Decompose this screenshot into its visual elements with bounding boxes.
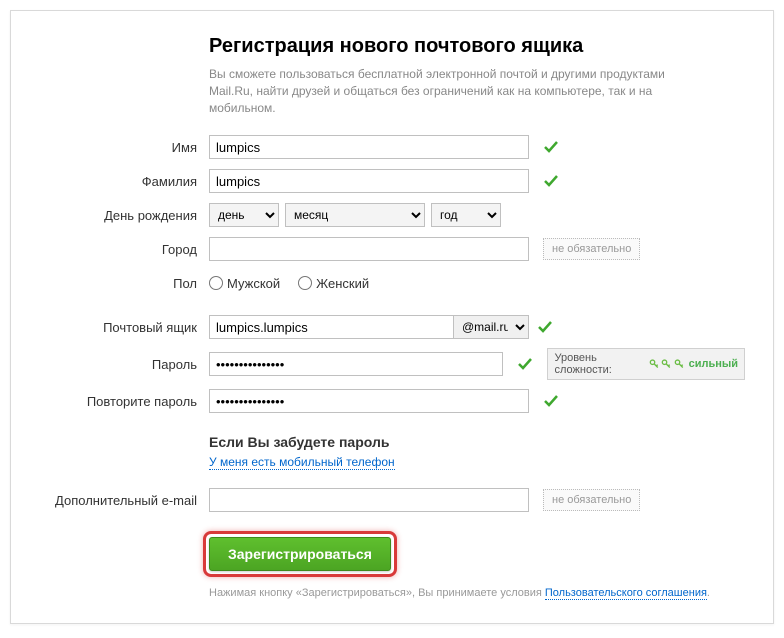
lastname-input[interactable] [209, 169, 529, 193]
year-select[interactable]: год [431, 203, 501, 227]
firstname-input[interactable] [209, 135, 529, 159]
firstname-label: Имя [39, 140, 209, 155]
register-button[interactable]: Зарегистрироваться [209, 537, 391, 571]
checkmark-icon [537, 319, 553, 335]
city-input[interactable] [209, 237, 529, 261]
gender-female-option[interactable]: Женский [298, 276, 369, 291]
password-strength-meter: Уровень сложности: сильный [547, 348, 745, 380]
checkmark-icon [543, 173, 559, 189]
domain-select[interactable]: @mail.ru [454, 315, 529, 339]
lastname-label: Фамилия [39, 174, 209, 189]
checkmark-icon [543, 393, 559, 409]
checkmark-icon [543, 139, 559, 155]
alt-email-input[interactable] [209, 488, 529, 512]
key-icon [674, 358, 685, 370]
strength-label: Уровень сложности: [554, 352, 644, 376]
registration-card: Регистрация нового почтового ящика Вы см… [10, 10, 774, 624]
forgot-title: Если Вы забудете пароль [209, 434, 745, 450]
gender-male-option[interactable]: Мужской [209, 276, 280, 291]
terms-link[interactable]: Пользовательского соглашения [545, 587, 707, 600]
mailbox-input[interactable] [209, 315, 454, 339]
gender-male-radio[interactable] [209, 276, 223, 290]
optional-hint: не обязательно [543, 238, 640, 260]
gender-label: Пол [39, 276, 209, 291]
checkmark-icon [517, 356, 533, 372]
footer-suffix: . [707, 587, 710, 599]
mailbox-label: Почтовый ящик [39, 320, 209, 335]
password-repeat-input[interactable] [209, 389, 529, 413]
day-select[interactable]: день [209, 203, 279, 227]
password-label: Пароль [39, 357, 209, 372]
city-label: Город [39, 242, 209, 257]
optional-hint: не обязательно [543, 489, 640, 511]
gender-female-radio[interactable] [298, 276, 312, 290]
alt-email-label: Дополнительный e-mail [39, 493, 209, 508]
key-icon [661, 358, 672, 370]
strength-value: сильный [689, 358, 738, 370]
page-subtitle: Вы сможете пользоваться бесплатной элект… [209, 66, 709, 116]
footer-prefix: Нажимая кнопку «Зарегистрироваться», Вы … [209, 587, 545, 599]
mobile-phone-link[interactable]: У меня есть мобильный телефон [209, 455, 395, 470]
birthday-label: День рождения [39, 208, 209, 223]
password-input[interactable] [209, 352, 503, 376]
page-title: Регистрация нового почтового ящика [209, 35, 745, 58]
terms-footer: Нажимая кнопку «Зарегистрироваться», Вы … [209, 587, 745, 599]
password-repeat-label: Повторите пароль [39, 394, 209, 409]
month-select[interactable]: месяц [285, 203, 425, 227]
key-icon [649, 358, 660, 370]
